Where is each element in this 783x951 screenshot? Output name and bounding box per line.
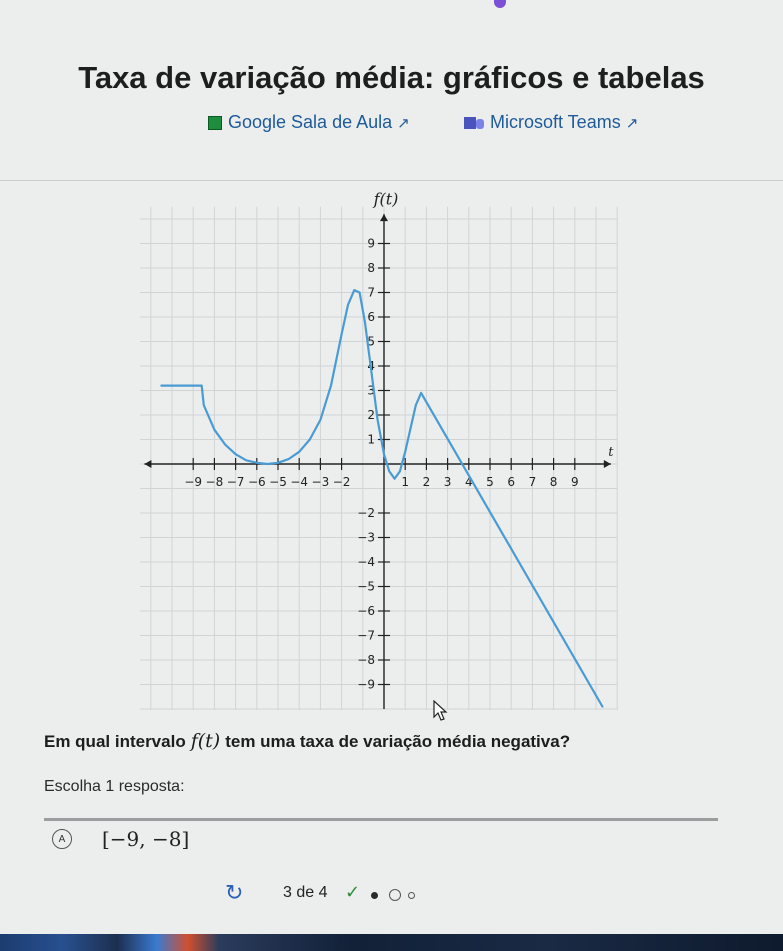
last-question-dot[interactable]: [408, 892, 415, 899]
x-tick-label: −9: [184, 475, 202, 489]
answer-option-a[interactable]: A [−9, −8]: [52, 827, 189, 851]
check-icon: ✓: [345, 882, 361, 902]
x-tick-label: 1: [401, 475, 409, 489]
y-tick-label: 8: [367, 261, 375, 275]
y-tick-label: −3: [357, 531, 375, 545]
taskbar: [0, 934, 783, 951]
question-function: f(t): [190, 730, 221, 752]
header-divider: [0, 180, 783, 181]
mouse-cursor-icon: [433, 700, 448, 721]
question-text: Em qual intervalo f(t) tem uma taxa de v…: [44, 730, 570, 752]
function-graph: −9 −8 −7 −6 −5 −4 −3 −2 1 2 3 4 5 6 7 8 9987654321−2−3−4…: [140, 190, 618, 710]
option-text: [−9, −8]: [102, 827, 190, 851]
instruction-text: Escolha 1 resposta:: [44, 778, 185, 795]
question-pager: ↻ 3 de 4 ✓: [0, 878, 783, 908]
y-tick-label: −4: [357, 555, 375, 569]
grid-lines: [140, 206, 618, 710]
x-tick-label: −2: [333, 475, 351, 489]
x-tick-label: −8: [206, 475, 224, 489]
next-question-dot[interactable]: [389, 889, 401, 901]
y-tick-label: −2: [357, 506, 375, 520]
microsoft-teams-icon: [464, 116, 484, 130]
y-axis-label: f(t): [373, 190, 399, 208]
y-tick-label: 7: [367, 286, 375, 300]
google-classroom-icon: [208, 115, 222, 130]
x-tick-label: 6: [507, 475, 515, 489]
option-letter: A: [52, 829, 72, 849]
x-tick-label: −4: [290, 475, 308, 489]
microsoft-teams-label: Microsoft Teams: [490, 112, 621, 132]
x-tick-label: −7: [227, 475, 245, 489]
google-classroom-label: Google Sala de Aula: [228, 112, 393, 132]
x-axis-label: t: [608, 445, 614, 460]
x-axis-arrow-right: [603, 460, 611, 468]
x-axis-arrow-left: [144, 460, 152, 468]
y-tick-label: −8: [357, 653, 375, 667]
y-tick-label: 6: [367, 310, 375, 324]
y-tick-label: 2: [367, 408, 375, 422]
share-links: Google Sala de Aula ↗ Microsoft Teams ↗: [0, 112, 783, 138]
x-tick-label: −3: [312, 475, 330, 489]
question-suffix: tem uma taxa de variação média negativa?: [225, 732, 571, 751]
page-title: Taxa de variação média: gráficos e tabel…: [78, 60, 705, 95]
y-tick-label: −5: [357, 580, 375, 594]
x-tick-label: 3: [444, 475, 452, 489]
y-tick-label: −6: [357, 604, 375, 618]
x-tick-label: 5: [486, 475, 494, 489]
x-tick-label: 7: [529, 475, 537, 489]
external-link-icon: ↗: [397, 114, 410, 132]
x-tick-label: 8: [550, 475, 558, 489]
google-classroom-link[interactable]: Google Sala de Aula ↗: [208, 112, 410, 133]
question-prefix: Em qual intervalo: [44, 732, 186, 751]
current-question-dot[interactable]: [371, 892, 378, 899]
page-counter: 3 de 4: [283, 884, 328, 901]
x-tick-label: 9: [571, 475, 579, 489]
refresh-icon[interactable]: ↻: [225, 880, 243, 906]
x-tick-label: −5: [269, 475, 287, 489]
external-link-icon: ↗: [625, 114, 639, 132]
y-tick-label: 9: [367, 237, 375, 251]
y-tick-label: 1: [367, 433, 375, 447]
x-tick-label: −6: [248, 475, 266, 489]
y-axis-arrow-top: [380, 214, 388, 222]
y-tick-label: −9: [357, 678, 375, 692]
microsoft-teams-link[interactable]: Microsoft Teams ↗: [464, 112, 638, 133]
progress-dot: [494, 0, 506, 8]
answer-separator: [44, 818, 718, 821]
x-tick-label: 2: [423, 475, 431, 489]
series-line: [160, 289, 604, 708]
y-tick-label: −7: [357, 629, 375, 643]
